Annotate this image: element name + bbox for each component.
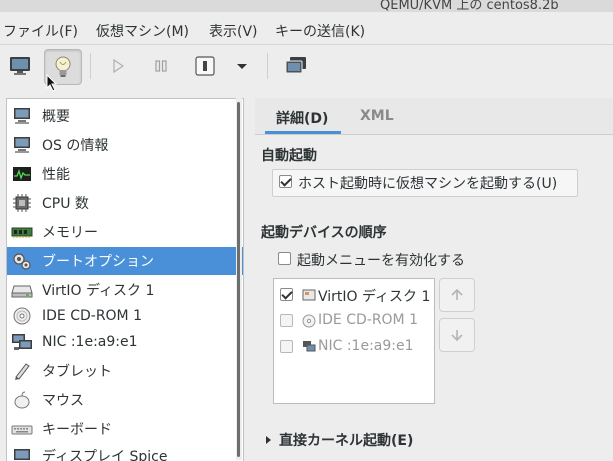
hardware-item-boot-options[interactable]: ブートオプション [7, 247, 243, 275]
hardware-item-label: マウス [42, 393, 84, 409]
memory-icon [11, 221, 33, 243]
autostart-title: 自動起動 [261, 148, 317, 164]
tab-details[interactable]: 詳細(D) [276, 108, 328, 128]
hardware-item-label: 性能 [42, 167, 70, 183]
hardware-list: 概要 OS の情報 性能 CPU 数 メモリー ブートオプション VirtIO … [6, 98, 244, 461]
boot-device-row[interactable]: IDE CD-ROM 1 [274, 308, 434, 334]
active-tab-indicator [265, 131, 341, 134]
tab-xml[interactable]: XML [360, 108, 394, 124]
hardware-item-virtio-disk[interactable]: VirtIO ディスク 1 [7, 276, 243, 304]
fullscreen-button[interactable] [278, 49, 314, 83]
hardware-item-display-spice[interactable]: ディスプレイ Spice [7, 442, 243, 461]
disk-small-icon [302, 289, 316, 301]
menu-send-key[interactable]: キーの送信(K) [275, 21, 365, 41]
menu-vm[interactable]: 仮想マシン(M) [96, 21, 189, 41]
tablet-icon [11, 360, 33, 382]
move-down-button[interactable] [439, 318, 475, 352]
hardware-item-os-info[interactable]: OS の情報 [7, 131, 243, 159]
boot-device-label: IDE CD-ROM 1 [318, 312, 418, 328]
boot-device-label: NIC :1e:a9:e1 [318, 338, 414, 354]
window-title: QEMU/KVM 上の centos8.2b [380, 0, 559, 12]
hardware-item-label: ブートオプション [42, 254, 154, 270]
hardware-item-label: 概要 [42, 109, 70, 125]
shutdown-button[interactable] [187, 49, 223, 83]
hardware-item-label: VirtIO ディスク 1 [42, 283, 155, 299]
performance-graph-icon [11, 163, 33, 185]
play-icon [113, 58, 125, 74]
tab-bar: 詳細(D) XML [255, 98, 613, 135]
boot-device-checkbox[interactable] [280, 288, 293, 301]
scrollbar-thumb[interactable] [237, 102, 240, 457]
nic-small-icon [303, 341, 316, 352]
disk-icon [11, 279, 33, 301]
hardware-item-label: OS の情報 [42, 138, 109, 154]
pause-icon [155, 60, 167, 72]
nic-icon [11, 331, 33, 353]
direct-kernel-boot-expander[interactable]: 直接カーネル起動(E) [266, 430, 413, 450]
arrow-up-icon [451, 288, 463, 300]
menu-file[interactable]: ファイル(F) [3, 21, 78, 41]
monitor-icon [10, 57, 30, 75]
hardware-item-label: CPU 数 [42, 196, 89, 212]
hardware-list-scrollbar[interactable] [236, 98, 242, 460]
boot-device-checkbox[interactable] [280, 314, 293, 327]
pause-button[interactable] [143, 49, 179, 83]
hardware-item-label: NIC :1e:a9:e1 [42, 334, 138, 350]
hardware-item-tablet[interactable]: タブレット [7, 357, 243, 385]
arrow-down-icon [451, 330, 463, 342]
boot-device-row[interactable]: VirtIO ディスク 1 [274, 282, 434, 308]
hardware-item-nic[interactable]: NIC :1e:a9:e1 [7, 328, 243, 356]
boot-menu-label[interactable]: 起動メニューを有効化する [297, 250, 465, 270]
mouse-icon [11, 389, 33, 411]
hardware-item-label: IDE CD-ROM 1 [42, 308, 142, 324]
cdrom-icon [11, 305, 33, 327]
chevron-down-icon [237, 64, 247, 69]
direct-kernel-boot-label: 直接カーネル起動(E) [279, 433, 414, 449]
menubar: ファイル(F) 仮想マシン(M) 表示(V) キーの送信(K) [0, 12, 613, 45]
boot-device-list: VirtIO ディスク 1 IDE CD-ROM 1 NIC :1e:a9:e1 [273, 278, 435, 404]
hardware-item-cpu[interactable]: CPU 数 [7, 189, 243, 217]
move-up-button[interactable] [439, 278, 475, 312]
cdrom-small-icon [302, 314, 316, 328]
expander-arrow-icon [266, 436, 271, 444]
os-info-icon [11, 134, 33, 156]
toolbar-separator [90, 53, 91, 79]
hardware-item-label: タブレット [42, 364, 112, 380]
overview-monitor-icon [11, 105, 33, 127]
hardware-item-label: ディスプレイ Spice [42, 449, 168, 461]
hardware-item-label: キーボード [42, 422, 112, 438]
display-icon [11, 445, 33, 461]
autostart-checkbox[interactable] [279, 175, 292, 188]
boot-device-label: VirtIO ディスク 1 [318, 289, 431, 305]
toolbar-separator [267, 53, 268, 79]
toolbar [0, 45, 613, 88]
menu-view[interactable]: 表示(V) [209, 21, 258, 41]
keyboard-icon [11, 418, 33, 440]
autostart-label[interactable]: ホスト起動時に仮想マシンを起動する(U) [298, 173, 557, 193]
hardware-item-ide-cdrom[interactable]: IDE CD-ROM 1 [7, 302, 243, 330]
hardware-item-performance[interactable]: 性能 [7, 160, 243, 188]
boot-device-checkbox[interactable] [280, 340, 293, 353]
boot-order-title: 起動デバイスの順序 [261, 225, 387, 241]
mouse-cursor-icon [46, 74, 58, 92]
boot-options-icon [11, 250, 33, 272]
boot-device-row[interactable]: NIC :1e:a9:e1 [274, 334, 434, 360]
hardware-item-memory[interactable]: メモリー [7, 218, 243, 246]
hardware-item-keyboard[interactable]: キーボード [7, 415, 243, 443]
shutdown-menu-button[interactable] [224, 49, 260, 83]
power-icon [195, 56, 215, 76]
boot-menu-checkbox[interactable] [278, 252, 291, 265]
run-button[interactable] [100, 49, 136, 83]
hardware-item-overview[interactable]: 概要 [7, 102, 243, 130]
hardware-item-mouse[interactable]: マウス [7, 386, 243, 414]
window-titlebar: QEMU/KVM 上の centos8.2b [0, 0, 613, 12]
console-button[interactable] [2, 49, 38, 83]
screens-icon [285, 57, 306, 74]
hardware-item-label: メモリー [42, 225, 98, 241]
cpu-chip-icon [11, 192, 33, 214]
